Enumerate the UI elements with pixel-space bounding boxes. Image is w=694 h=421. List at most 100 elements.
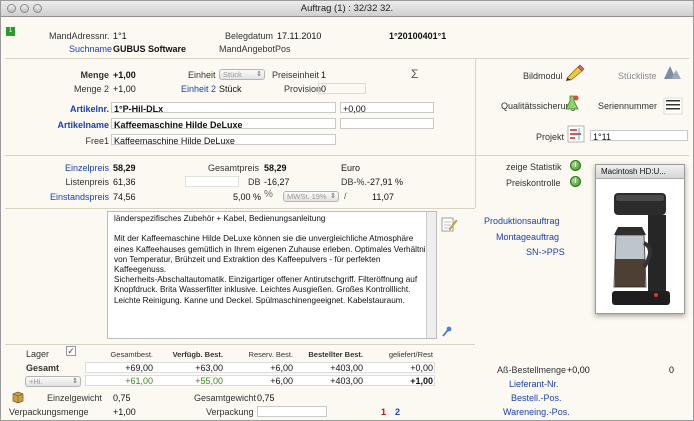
pin-icon[interactable]: [441, 325, 453, 337]
einzelgewicht-label: Einzelgewicht: [47, 393, 103, 403]
preiseinheit-label: Preiseinheit: [272, 70, 320, 80]
table-cell: +6,00: [270, 376, 293, 386]
zeige-statistik-label: zeige Statistik: [506, 162, 562, 172]
image-window-title: Macintosh HD:U...: [596, 165, 684, 179]
divider: [475, 59, 476, 155]
table-cell: +55,00: [195, 376, 223, 386]
artikelnr-value[interactable]: 1°P-Hil-DLx: [114, 104, 163, 114]
einheit2-value[interactable]: Stück: [219, 84, 242, 94]
einzelpreis-link[interactable]: Einzelpreis: [21, 163, 109, 173]
divider: [5, 208, 475, 209]
verpackungsmenge-value[interactable]: +1,00: [113, 407, 136, 417]
provision-field[interactable]: [318, 83, 366, 94]
lager-checkbox[interactable]: ✓: [66, 346, 76, 356]
artikelnr-extra-value[interactable]: +0,00: [343, 104, 366, 114]
mandadressnr-value[interactable]: 1°1: [113, 31, 127, 41]
produktionsauftrag-link[interactable]: Produktionsauftrag: [484, 216, 560, 226]
belegdatum-value[interactable]: 17.11.2010: [277, 31, 321, 41]
gesamtpreis-value[interactable]: 58,29: [264, 163, 287, 173]
sigma-icon[interactable]: Σ: [411, 67, 418, 81]
frei1-value[interactable]: Kaffeemaschine Hilde DeLuxe: [114, 136, 235, 146]
artikelname-link[interactable]: Artikelname: [41, 120, 109, 130]
verpackung-label: Verpackung: [206, 407, 254, 417]
edit-note-icon[interactable]: [440, 215, 458, 233]
ab-bestellmenge-label: Aß-Bestellmenge: [497, 365, 567, 375]
db-value[interactable]: -16,27: [264, 177, 290, 187]
mandangebotpos-label: MandAngebotPos: [219, 44, 291, 54]
einheit2-link[interactable]: Einheit 2: [181, 84, 216, 94]
verpackungsmenge-label: Verpackungsmenge: [9, 407, 89, 417]
dbpct-value[interactable]: -27,91 %: [367, 177, 403, 187]
rabatt-value[interactable]: 5,00 %: [201, 192, 261, 202]
dbpct-label: DB-%.: [341, 177, 368, 187]
listenpreis-extra-field[interactable]: [185, 176, 239, 187]
table-cell: +61,00: [125, 376, 153, 386]
product-image-window[interactable]: Macintosh HD:U...: [595, 164, 685, 314]
suchname-value[interactable]: GUBUS Software: [113, 44, 186, 54]
table-row-label: Gesamt: [26, 363, 60, 373]
menge2-label: Menge 2: [73, 84, 109, 94]
wareneing-pos-link[interactable]: Wareneing.-Pos.: [503, 407, 570, 417]
col-verfuegb-best: Verfügb. Best.: [172, 350, 223, 359]
box-icon[interactable]: [11, 390, 25, 404]
verpackung-field[interactable]: [257, 406, 327, 417]
einheit-label: Einheit: [188, 70, 216, 80]
pencil-icon[interactable]: [564, 63, 586, 81]
montageauftrag-link[interactable]: Montageauftrag: [496, 232, 559, 242]
gesamtgewicht-value[interactable]: 0,75: [257, 393, 275, 403]
einstandspreis-value[interactable]: 74,56: [113, 192, 136, 202]
bildmodul-label: Bildmodul: [523, 71, 563, 81]
belegnr-value[interactable]: 1°20100401°1: [389, 31, 446, 41]
table-cell: +63,00: [195, 363, 223, 373]
select-arrows-icon: ⇕: [72, 378, 78, 385]
parts-list-icon[interactable]: [661, 63, 683, 81]
table-cell: +403,00: [330, 363, 363, 373]
artikelname-value[interactable]: Kaffeemaschine Hilde DeLuxe: [114, 120, 243, 130]
einzelgewicht-value[interactable]: 0,75: [113, 393, 131, 403]
bestell-pos-link[interactable]: Bestell.-Pos.: [511, 393, 562, 403]
lieferant-nr-link[interactable]: Lieferant-Nr.: [509, 379, 559, 389]
mwst-value[interactable]: 11,07: [372, 192, 394, 202]
col-bestellter-best: Bestellter Best.: [308, 350, 363, 359]
db-label: DB: [248, 177, 261, 187]
percent-icon[interactable]: %: [264, 189, 273, 200]
mwst-separator: /: [344, 191, 347, 201]
listenpreis-value[interactable]: 61,36: [113, 177, 136, 187]
price-control-icon[interactable]: i: [570, 176, 581, 187]
slash-icon: /: [344, 191, 347, 201]
frei1-label: Free1: [85, 136, 109, 146]
provision-label: Provision: [284, 84, 322, 94]
project-chart-icon[interactable]: [567, 125, 585, 143]
mwst-select[interactable]: MWSt. 19% ⇕: [283, 191, 339, 202]
description-textarea[interactable]: länderspezifisches Zubehör + Kabel, Bedi…: [107, 211, 437, 339]
table-cell: +6,00: [270, 363, 293, 373]
artikelnr-link[interactable]: Artikelnr.: [41, 104, 109, 114]
flask-icon[interactable]: [563, 94, 581, 112]
currency-value: Euro: [341, 163, 361, 173]
description-scrollbar[interactable]: [426, 212, 436, 338]
table-cell: +0,00: [410, 363, 433, 373]
einzelpreis-value[interactable]: 58,29: [113, 163, 136, 173]
menge-value[interactable]: +1,00: [113, 70, 136, 80]
divider: [5, 344, 475, 345]
col-geliefert-rest: geliefert/Rest: [388, 350, 433, 359]
page-1-link[interactable]: 1: [381, 407, 386, 417]
projekt-value[interactable]: 1°11: [593, 132, 611, 142]
barcode-icon[interactable]: [663, 97, 683, 115]
divider: [5, 155, 689, 156]
preiseinheit-value[interactable]: 1: [321, 70, 326, 80]
mandadressnr-label: MandAdressnr.: [49, 31, 110, 41]
statistics-icon[interactable]: i: [570, 160, 581, 171]
menge2-value[interactable]: +1,00: [113, 84, 136, 94]
select-arrows-icon: ⇕: [256, 71, 262, 78]
table-cell: +1,00: [410, 376, 433, 386]
ab-bestellmenge-value[interactable]: +0,00: [567, 365, 590, 375]
lager-select[interactable]: +Hi. ⇕: [25, 376, 81, 387]
suchname-link[interactable]: Suchname: [69, 44, 112, 54]
einheit-select[interactable]: Stück ⇕: [219, 69, 265, 80]
col-gesamtbest: Gesamtbest.: [110, 350, 153, 359]
sn-pps-link[interactable]: SN->PPS: [526, 247, 565, 257]
page-2-link[interactable]: 2: [395, 407, 400, 417]
artikelname-extra-field[interactable]: [340, 118, 434, 129]
einstandspreis-link[interactable]: Einstandspreis: [21, 192, 109, 202]
